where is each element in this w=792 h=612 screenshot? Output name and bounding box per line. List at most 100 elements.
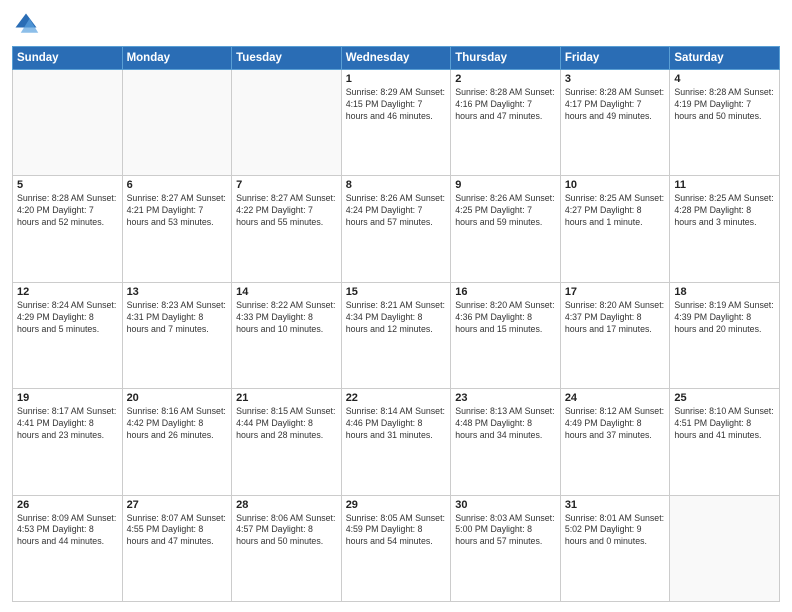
calendar-cell: 17Sunrise: 8:20 AM Sunset: 4:37 PM Dayli… — [560, 282, 670, 388]
page: SundayMondayTuesdayWednesdayThursdayFrid… — [0, 0, 792, 612]
calendar-cell: 20 Sunrise: 8:16 AM Sunset: 4:42 PM Dayli… — [122, 389, 232, 495]
day-number: 24 — [565, 392, 666, 404]
calendar-cell: 18 Sunrise: 8:19 AM Sunset: 4:39 PM Dayli… — [670, 282, 780, 388]
calendar-cell: 4 Sunrise: 8:28 AM Sunset: 4:19 PM Daylig… — [670, 70, 780, 176]
day-number: 8 — [346, 179, 447, 191]
cell-content: Sunrise: 8:23 AM Sunset: 4:31 PM Dayligh… — [127, 300, 228, 336]
calendar-cell: 6 Sunrise: 8:27 AM Sunset: 4:21 PM Daylig… — [122, 176, 232, 282]
day-header-thursday: Thursday — [451, 47, 561, 70]
cell-content: Sunrise: 8:07 AM Sunset: 4:55 PM Dayligh… — [127, 513, 228, 549]
calendar-cell — [232, 70, 342, 176]
day-number: 1 — [346, 73, 447, 85]
calendar-cell: 5 Sunrise: 8:28 AM Sunset: 4:20 PM Daylig… — [13, 176, 123, 282]
header — [12, 10, 780, 38]
calendar-cell: 31Sunrise: 8:01 AM Sunset: 5:02 PM Dayli… — [560, 495, 670, 601]
cell-content: Sunrise: 8:16 AM Sunset: 4:42 PM Dayligh… — [127, 406, 228, 442]
day-number: 18 — [674, 286, 775, 298]
calendar-cell: 15 Sunrise: 8:21 AM Sunset: 4:34 PM Dayli… — [341, 282, 451, 388]
calendar-week-1: 5 Sunrise: 8:28 AM Sunset: 4:20 PM Daylig… — [13, 176, 780, 282]
day-number: 27 — [127, 499, 228, 511]
cell-content: Sunrise: 8:28 AM Sunset: 4:20 PM Dayligh… — [17, 193, 118, 229]
cell-content: Sunrise: 8:19 AM Sunset: 4:39 PM Dayligh… — [674, 300, 775, 336]
day-header-saturday: Saturday — [670, 47, 780, 70]
day-number: 30 — [455, 499, 556, 511]
day-number: 10 — [565, 179, 666, 191]
day-header-monday: Monday — [122, 47, 232, 70]
calendar-cell: 13 Sunrise: 8:23 AM Sunset: 4:31 PM Dayli… — [122, 282, 232, 388]
day-number: 5 — [17, 179, 118, 191]
calendar-week-4: 26 Sunrise: 8:09 AM Sunset: 4:53 PM Dayli… — [13, 495, 780, 601]
cell-content: Sunrise: 8:25 AM Sunset: 4:27 PM Dayligh… — [565, 193, 666, 229]
day-number: 9 — [455, 179, 556, 191]
day-number: 3 — [565, 73, 666, 85]
calendar-cell: 25 Sunrise: 8:10 AM Sunset: 4:51 PM Dayli… — [670, 389, 780, 495]
day-number: 20 — [127, 392, 228, 404]
cell-content: Sunrise: 8:28 AM Sunset: 4:16 PM Dayligh… — [455, 87, 556, 123]
day-number: 4 — [674, 73, 775, 85]
day-number: 22 — [346, 392, 447, 404]
cell-content: Sunrise: 8:12 AM Sunset: 4:49 PM Dayligh… — [565, 406, 666, 442]
calendar-cell: 8 Sunrise: 8:26 AM Sunset: 4:24 PM Daylig… — [341, 176, 451, 282]
calendar-cell — [13, 70, 123, 176]
calendar-week-2: 12 Sunrise: 8:24 AM Sunset: 4:29 PM Dayli… — [13, 282, 780, 388]
cell-content: Sunrise: 8:24 AM Sunset: 4:29 PM Dayligh… — [17, 300, 118, 336]
calendar-cell: 7 Sunrise: 8:27 AM Sunset: 4:22 PM Daylig… — [232, 176, 342, 282]
cell-content: Sunrise: 8:21 AM Sunset: 4:34 PM Dayligh… — [346, 300, 447, 336]
day-number: 11 — [674, 179, 775, 191]
day-number: 23 — [455, 392, 556, 404]
day-number: 6 — [127, 179, 228, 191]
cell-content: Sunrise: 8:22 AM Sunset: 4:33 PM Dayligh… — [236, 300, 337, 336]
cell-content: Sunrise: 8:27 AM Sunset: 4:22 PM Dayligh… — [236, 193, 337, 229]
calendar-cell: 2 Sunrise: 8:28 AM Sunset: 4:16 PM Daylig… — [451, 70, 561, 176]
calendar-cell: 28 Sunrise: 8:06 AM Sunset: 4:57 PM Dayli… — [232, 495, 342, 601]
day-number: 14 — [236, 286, 337, 298]
calendar-cell: 14 Sunrise: 8:22 AM Sunset: 4:33 PM Dayli… — [232, 282, 342, 388]
calendar-cell: 26 Sunrise: 8:09 AM Sunset: 4:53 PM Dayli… — [13, 495, 123, 601]
calendar-week-0: 1 Sunrise: 8:29 AM Sunset: 4:15 PM Daylig… — [13, 70, 780, 176]
calendar-cell: 19 Sunrise: 8:17 AM Sunset: 4:41 PM Dayli… — [13, 389, 123, 495]
calendar-cell: 10 Sunrise: 8:25 AM Sunset: 4:27 PM Dayli… — [560, 176, 670, 282]
day-header-tuesday: Tuesday — [232, 47, 342, 70]
cell-content: Sunrise: 8:15 AM Sunset: 4:44 PM Dayligh… — [236, 406, 337, 442]
cell-content: Sunrise: 8:28 AM Sunset: 4:19 PM Dayligh… — [674, 87, 775, 123]
cell-content: Sunrise: 8:28 AM Sunset: 4:17 PM Dayligh… — [565, 87, 666, 123]
calendar-cell: 3 Sunrise: 8:28 AM Sunset: 4:17 PM Daylig… — [560, 70, 670, 176]
day-number: 21 — [236, 392, 337, 404]
day-number: 19 — [17, 392, 118, 404]
cell-content: Sunrise: 8:13 AM Sunset: 4:48 PM Dayligh… — [455, 406, 556, 442]
cell-content: Sunrise: 8:06 AM Sunset: 4:57 PM Dayligh… — [236, 513, 337, 549]
day-number: 2 — [455, 73, 556, 85]
cell-content: Sunrise: 8:20 AM Sunset: 4:37 PM Dayligh… — [565, 300, 666, 336]
calendar-cell: 29Sunrise: 8:05 AM Sunset: 4:59 PM Dayli… — [341, 495, 451, 601]
day-number: 16 — [455, 286, 556, 298]
cell-content: Sunrise: 8:09 AM Sunset: 4:53 PM Dayligh… — [17, 513, 118, 549]
day-header-sunday: Sunday — [13, 47, 123, 70]
day-number: 13 — [127, 286, 228, 298]
calendar-cell: 22 Sunrise: 8:14 AM Sunset: 4:46 PM Dayli… — [341, 389, 451, 495]
day-number: 26 — [17, 499, 118, 511]
day-number: 15 — [346, 286, 447, 298]
cell-content: Sunrise: 8:03 AM Sunset: 5:00 PM Dayligh… — [455, 513, 556, 549]
logo — [12, 10, 44, 38]
cell-content: Sunrise: 8:17 AM Sunset: 4:41 PM Dayligh… — [17, 406, 118, 442]
cell-content: Sunrise: 8:14 AM Sunset: 4:46 PM Dayligh… — [346, 406, 447, 442]
day-number: 28 — [236, 499, 337, 511]
calendar-cell: 21 Sunrise: 8:15 AM Sunset: 4:44 PM Dayli… — [232, 389, 342, 495]
cell-content: Sunrise: 8:29 AM Sunset: 4:15 PM Dayligh… — [346, 87, 447, 123]
calendar-cell — [122, 70, 232, 176]
calendar-cell: 12 Sunrise: 8:24 AM Sunset: 4:29 PM Dayli… — [13, 282, 123, 388]
cell-content: Sunrise: 8:05 AM Sunset: 4:59 PM Dayligh… — [346, 513, 447, 549]
cell-content: Sunrise: 8:26 AM Sunset: 4:25 PM Dayligh… — [455, 193, 556, 229]
day-header-wednesday: Wednesday — [341, 47, 451, 70]
calendar-header-row: SundayMondayTuesdayWednesdayThursdayFrid… — [13, 47, 780, 70]
day-number: 12 — [17, 286, 118, 298]
calendar-cell: 30 Sunrise: 8:03 AM Sunset: 5:00 PM Dayli… — [451, 495, 561, 601]
cell-content: Sunrise: 8:25 AM Sunset: 4:28 PM Dayligh… — [674, 193, 775, 229]
calendar-cell: 11 Sunrise: 8:25 AM Sunset: 4:28 PM Dayli… — [670, 176, 780, 282]
cell-content: Sunrise: 8:27 AM Sunset: 4:21 PM Dayligh… — [127, 193, 228, 229]
day-number: 25 — [674, 392, 775, 404]
day-number: 7 — [236, 179, 337, 191]
day-number: 31 — [565, 499, 666, 511]
cell-content: Sunrise: 8:26 AM Sunset: 4:24 PM Dayligh… — [346, 193, 447, 229]
cell-content: Sunrise: 8:10 AM Sunset: 4:51 PM Dayligh… — [674, 406, 775, 442]
